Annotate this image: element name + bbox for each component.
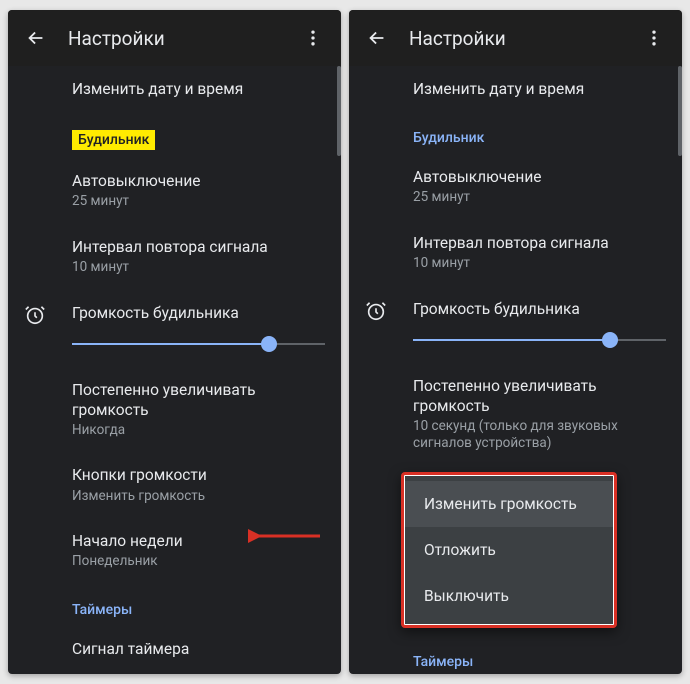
- arrow-back-icon: [366, 27, 388, 49]
- overflow-button[interactable]: [293, 18, 333, 58]
- slider-thumb[interactable]: [602, 332, 618, 348]
- snooze-item[interactable]: Интервал повтора сигнала 10 минут: [349, 220, 682, 286]
- alarm-volume-slider[interactable]: [8, 327, 341, 367]
- volume-buttons-menu: Изменить громкость Отложить Выключить: [401, 472, 617, 628]
- back-button[interactable]: [16, 18, 56, 58]
- snooze-item[interactable]: Интервал повтора сигнала 10 минут: [8, 224, 341, 290]
- content-area: Изменить дату и время Будильник Автовыкл…: [8, 66, 341, 674]
- auto-off-item[interactable]: Автовыключение 25 минут: [8, 158, 341, 224]
- fade-in-item[interactable]: Постепенно увеличивать громкость Никогда: [8, 367, 341, 453]
- section-timer: Таймеры: [349, 636, 682, 674]
- menu-option-snooze[interactable]: Отложить: [404, 527, 614, 573]
- section-alarm: Будильник: [349, 112, 682, 154]
- page-title: Настройки: [409, 27, 634, 50]
- content-area: Изменить дату и время Будильник Автовыкл…: [349, 66, 682, 674]
- menu-option-dismiss[interactable]: Выключить: [404, 573, 614, 619]
- volume-buttons-item[interactable]: Кнопки громкости Изменить громкость: [8, 452, 341, 518]
- more-vert-icon: [303, 28, 323, 48]
- timer-sound-item[interactable]: Сигнал таймера: [8, 626, 341, 672]
- alarm-volume-item: Громкость будильника: [8, 290, 341, 327]
- appbar: Настройки: [8, 10, 341, 66]
- fade-in-item[interactable]: Постепенно увеличивать громкость 10 секу…: [349, 363, 682, 466]
- phone-right: Настройки Изменить дату и время Будильни…: [349, 10, 682, 674]
- auto-off-item[interactable]: Автовыключение 25 минут: [349, 154, 682, 220]
- appbar: Настройки: [349, 10, 682, 66]
- change-date-time-item[interactable]: Изменить дату и время: [8, 66, 341, 112]
- phone-left: Настройки Изменить дату и время Будильни…: [8, 10, 341, 674]
- week-start-item[interactable]: Начало недели Понедельник: [8, 518, 341, 584]
- section-timer: Таймеры: [8, 584, 341, 626]
- change-date-time-item[interactable]: Изменить дату и время: [349, 66, 682, 112]
- alarm-volume-slider[interactable]: [349, 323, 682, 363]
- slider-thumb[interactable]: [261, 336, 277, 352]
- section-alarm: Будильник: [72, 130, 155, 150]
- alarm-icon: [24, 304, 46, 326]
- page-title: Настройки: [68, 27, 293, 50]
- menu-option-change-volume[interactable]: Изменить громкость: [404, 481, 614, 527]
- back-button[interactable]: [357, 18, 397, 58]
- alarm-volume-item: Громкость будильника: [349, 286, 682, 323]
- overflow-button[interactable]: [634, 18, 674, 58]
- arrow-back-icon: [25, 27, 47, 49]
- alarm-icon: [365, 300, 387, 322]
- more-vert-icon: [644, 28, 664, 48]
